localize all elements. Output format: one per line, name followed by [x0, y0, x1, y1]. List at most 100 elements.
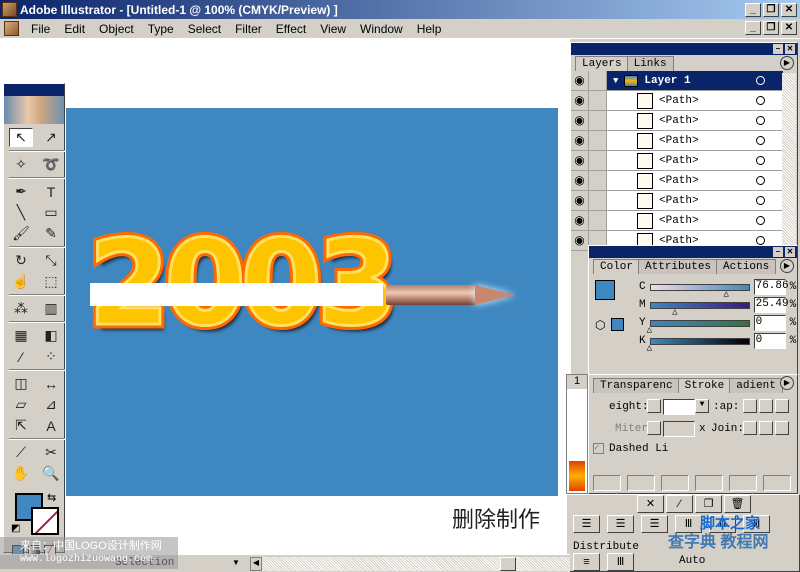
pen-tool[interactable]: ✒ — [9, 182, 33, 201]
channel-slider[interactable]: △ — [647, 337, 750, 352]
symbol-sprayer-tool[interactable]: ⁂ — [9, 299, 33, 318]
scroll-left-icon[interactable]: ◀ — [250, 557, 262, 571]
dash-input[interactable] — [729, 475, 757, 491]
minimize-button[interactable]: _ — [745, 2, 761, 17]
warp-tool[interactable]: ☝ — [9, 272, 33, 291]
visibility-eye-icon[interactable]: ◉ — [571, 91, 589, 110]
menu-help[interactable]: Help — [410, 22, 449, 36]
path-item[interactable]: <Path> — [607, 191, 783, 210]
trash-icon[interactable]: 🗑 — [724, 495, 751, 513]
menu-effect[interactable]: Effect — [269, 22, 313, 36]
doc-restore-button[interactable]: ❐ — [763, 21, 779, 35]
menu-filter[interactable]: Filter — [228, 22, 269, 36]
color-panel-titlebar[interactable]: – ✕ — [589, 246, 797, 258]
white-bar-shape[interactable] — [90, 283, 383, 306]
line-tool[interactable]: ╲ — [9, 203, 33, 222]
lock-toggle[interactable] — [589, 151, 607, 170]
tab-color[interactable]: Color — [593, 259, 641, 274]
toolbox-titlebar[interactable] — [4, 84, 64, 96]
align-hcenter-button[interactable]: ☰ — [607, 515, 634, 533]
path-row[interactable]: ◉ <Path> — [571, 131, 783, 151]
miter-input[interactable] — [663, 421, 695, 437]
round-cap-button[interactable] — [759, 399, 773, 413]
restore-button[interactable]: ❐ — [763, 2, 779, 17]
dash-input[interactable] — [593, 475, 621, 491]
align-left-button[interactable]: ☰ — [573, 515, 600, 533]
pencil-tool[interactable]: ✎ — [39, 224, 63, 243]
path-row[interactable]: ◉ <Path> — [571, 91, 783, 111]
eyedropper-tool[interactable]: ⁄ — [9, 347, 33, 366]
menu-view[interactable]: View — [313, 22, 353, 36]
target-circle-icon[interactable] — [756, 116, 765, 125]
target-circle-icon[interactable] — [756, 76, 765, 85]
doc-minimize-button[interactable]: _ — [745, 21, 761, 35]
menu-file[interactable]: File — [24, 22, 57, 36]
lock-toggle[interactable] — [589, 211, 607, 230]
blend-tool[interactable]: ⁘ — [39, 347, 63, 366]
target-circle-icon[interactable] — [756, 156, 765, 165]
target-circle-icon[interactable] — [756, 136, 765, 145]
path-row[interactable]: ◉ <Path> — [571, 211, 783, 231]
graph-tool[interactable]: ▥ — [39, 299, 63, 318]
gradient-tool[interactable]: ◧ — [39, 326, 63, 345]
document-icon[interactable] — [4, 21, 19, 36]
make-clipping-mask-button[interactable]: ⁄ — [666, 495, 693, 513]
new-layer-button[interactable]: ❐ — [695, 495, 722, 513]
tab-transparency[interactable]: Transparenc — [593, 378, 680, 393]
path-item[interactable]: <Path> — [607, 111, 783, 130]
channel-value-input[interactable]: 0 — [753, 333, 786, 349]
panel-minimize-button[interactable]: – — [773, 44, 783, 54]
visibility-eye-icon[interactable]: ◉ — [571, 71, 589, 90]
menu-select[interactable]: Select — [181, 22, 228, 36]
paintbrush-tool[interactable]: 🖌 — [9, 224, 33, 243]
group-select-tool[interactable]: ⇱ — [9, 416, 33, 435]
scale-tool[interactable]: ⤡ — [39, 251, 63, 270]
target-circle-icon[interactable] — [756, 96, 765, 105]
shear-tool[interactable]: ▱ — [9, 395, 33, 414]
visibility-eye-icon[interactable]: ◉ — [571, 231, 589, 250]
default-colors-icon[interactable]: ◩ — [11, 523, 20, 534]
hand-tool[interactable]: ✋ — [9, 464, 33, 483]
channel-slider[interactable]: △ — [647, 319, 750, 334]
dash-input[interactable] — [661, 475, 689, 491]
selection-tool[interactable]: ↖ — [9, 128, 33, 147]
visibility-eye-icon[interactable]: ◉ — [571, 111, 589, 130]
type-tool[interactable]: T — [39, 182, 63, 201]
gap-input[interactable] — [627, 475, 655, 491]
direct-selection-tool[interactable]: ↗ — [39, 128, 63, 147]
menu-window[interactable]: Window — [353, 22, 410, 36]
lock-toggle[interactable] — [589, 191, 607, 210]
path-row[interactable]: ◉ <Path> — [571, 151, 783, 171]
projecting-cap-button[interactable] — [775, 399, 789, 413]
slider-thumb[interactable]: △ — [647, 343, 652, 353]
distribute-horizontal-button[interactable]: Ⅲ — [607, 553, 634, 571]
path-item[interactable]: <Path> — [607, 211, 783, 230]
tab-links[interactable]: Links — [626, 56, 674, 71]
visibility-eye-icon[interactable]: ◉ — [571, 211, 589, 230]
knife-tool[interactable]: ⟋ — [9, 443, 33, 462]
spacing-auto-field[interactable]: Auto — [679, 555, 705, 567]
bullet-tip[interactable] — [475, 285, 515, 305]
magic-wand-tool[interactable]: ✧ — [9, 155, 33, 174]
gradient-swatch[interactable] — [569, 461, 585, 491]
expand-triangle-icon[interactable]: ▼ — [613, 76, 618, 86]
tab-attributes[interactable]: Attributes — [638, 259, 719, 274]
layer-row[interactable]: ◉ ▼ Layer 1 — [571, 71, 783, 91]
path-item[interactable]: <Path> — [607, 171, 783, 190]
panel-minimize-button[interactable]: – — [773, 247, 783, 257]
miter-join-button[interactable] — [743, 421, 757, 435]
weight-input[interactable] — [663, 399, 695, 415]
tab-stroke[interactable]: Stroke — [677, 378, 732, 393]
tab-actions[interactable]: Actions — [716, 259, 777, 274]
panel-menu-icon[interactable]: ▶ — [780, 56, 794, 70]
area-type-tool[interactable]: A — [39, 416, 63, 435]
gap-input[interactable] — [763, 475, 791, 491]
channel-slider[interactable]: △ — [649, 283, 750, 298]
panel-menu-icon[interactable]: ▶ — [780, 376, 794, 390]
distribute-vertical-button[interactable]: ≡ — [573, 553, 600, 571]
visibility-eye-icon[interactable]: ◉ — [571, 151, 589, 170]
bullet-casing[interactable] — [386, 285, 476, 305]
target-circle-icon[interactable] — [756, 176, 765, 185]
menu-type[interactable]: Type — [141, 22, 181, 36]
stroke-swatch[interactable] — [31, 507, 59, 535]
